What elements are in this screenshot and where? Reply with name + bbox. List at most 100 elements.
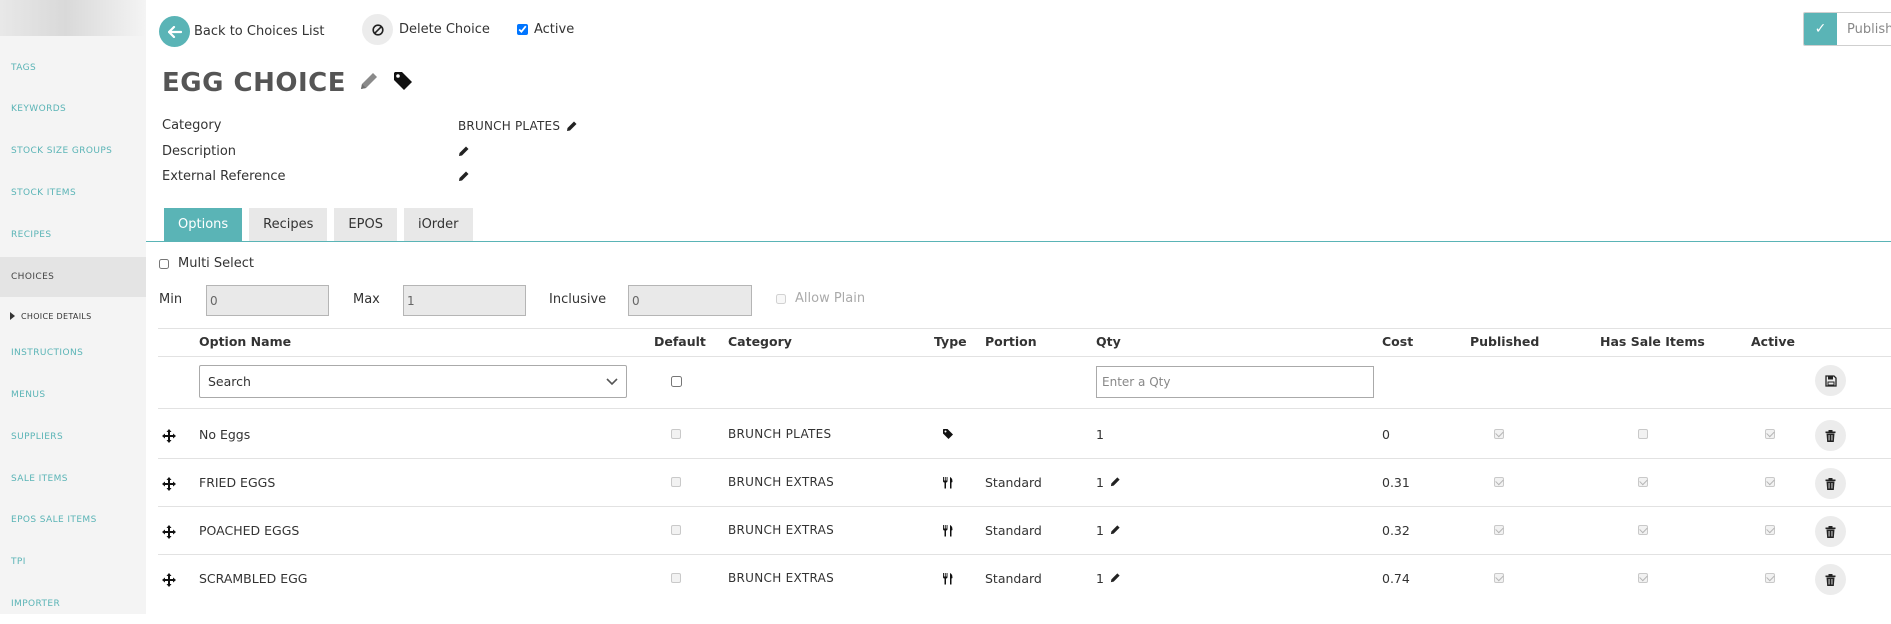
tab-options[interactable]: Options — [164, 208, 243, 241]
drag-handle-icon[interactable] — [162, 572, 176, 587]
edit-external-reference-pencil-icon[interactable] — [458, 170, 470, 182]
active-row-checkbox[interactable] — [1765, 525, 1775, 535]
drag-handle-icon[interactable] — [162, 524, 176, 539]
delete-row-button[interactable] — [1815, 420, 1846, 451]
active-row-checkbox[interactable] — [1765, 573, 1775, 583]
utensils-icon — [942, 524, 954, 537]
default-filter-checkbox[interactable] — [671, 376, 682, 387]
option-cost: 0.31 — [1382, 475, 1410, 490]
delete-row-button[interactable] — [1815, 564, 1846, 595]
tab-bar: Options Recipes EPOS iOrder — [164, 208, 473, 241]
page-title: EGG CHOICE — [162, 68, 346, 98]
edit-qty-pencil-icon[interactable] — [1110, 523, 1121, 538]
delete-row-button[interactable] — [1815, 516, 1846, 547]
logo — [0, 0, 146, 36]
has-sale-items-checkbox[interactable] — [1638, 573, 1648, 583]
back-to-list-button[interactable]: Back to Choices List — [159, 16, 325, 47]
category-value: BRUNCH PLATES — [458, 119, 578, 133]
delete-choice-button[interactable]: Delete Choice — [362, 14, 490, 45]
save-row-button[interactable] — [1815, 365, 1846, 396]
multi-select-checkbox[interactable]: Multi Select — [159, 256, 254, 271]
sidebar-item-keywords[interactable]: KEYWORDS — [0, 89, 146, 129]
publish-button[interactable]: ✓ Publish — [1803, 12, 1891, 46]
default-checkbox[interactable] — [671, 429, 681, 439]
delete-label: Delete Choice — [399, 22, 490, 37]
sidebar-subitem-choice-details[interactable]: CHOICE DETAILS — [10, 309, 92, 323]
sidebar-item-epos-sale-items[interactable]: EPOS SALE ITEMS — [0, 500, 146, 540]
edit-title-pencil-icon[interactable] — [358, 70, 380, 96]
inclusive-label: Inclusive — [549, 292, 607, 307]
external-reference-edit[interactable] — [458, 170, 470, 182]
caret-right-icon — [10, 312, 15, 320]
drag-handle-icon[interactable] — [162, 476, 176, 491]
default-checkbox[interactable] — [671, 525, 681, 535]
trash-icon — [1825, 477, 1836, 490]
active-label: Active — [534, 22, 575, 37]
delete-row-button[interactable] — [1815, 468, 1846, 499]
header-category: Category — [728, 334, 792, 349]
option-qty-value: 1 — [1096, 571, 1104, 586]
allow-plain-label: Allow Plain — [795, 291, 866, 306]
active-checkbox[interactable]: Active — [517, 22, 574, 37]
option-category: BRUNCH PLATES — [728, 427, 832, 441]
header-active: Active — [1751, 334, 1795, 349]
sidebar-item-tpi[interactable]: TPI — [0, 542, 146, 582]
external-reference-label: External Reference — [162, 169, 286, 184]
default-checkbox[interactable] — [671, 573, 681, 583]
tag-icon[interactable] — [392, 70, 414, 96]
inclusive-input[interactable] — [628, 285, 752, 316]
sidebar-item-instructions[interactable]: INSTRUCTIONS — [0, 333, 146, 373]
sidebar-item-importer[interactable]: IMPORTER — [0, 584, 146, 624]
allow-plain-checkbox[interactable]: Allow Plain — [776, 291, 865, 306]
drag-handle-icon[interactable] — [162, 428, 176, 443]
published-checkbox[interactable] — [1494, 573, 1504, 583]
arrow-left-icon — [159, 16, 190, 47]
qty-input[interactable] — [1096, 366, 1374, 398]
sidebar-item-stock-size-groups[interactable]: STOCK SIZE GROUPS — [0, 131, 146, 171]
sidebar-item-sale-items[interactable]: SALE ITEMS — [0, 459, 146, 499]
utensils-icon — [942, 476, 954, 489]
header-cost: Cost — [1382, 334, 1414, 349]
sidebar-item-choices[interactable]: CHOICES — [0, 257, 146, 297]
option-name: No Eggs — [199, 427, 251, 442]
sidebar-item-recipes[interactable]: RECIPES — [0, 215, 146, 255]
tab-recipes[interactable]: Recipes — [249, 208, 328, 241]
active-row-checkbox[interactable] — [1765, 429, 1775, 439]
edit-qty-pencil-icon[interactable] — [1110, 475, 1121, 490]
sidebar-item-tags[interactable]: TAGS — [0, 48, 146, 88]
header-border — [158, 356, 1891, 357]
active-checkbox-input[interactable] — [517, 24, 528, 35]
check-icon: ✓ — [1804, 13, 1837, 45]
edit-qty-pencil-icon[interactable] — [1110, 571, 1121, 586]
min-label: Min — [159, 292, 183, 307]
tab-epos[interactable]: EPOS — [334, 208, 397, 241]
has-sale-items-checkbox[interactable] — [1638, 525, 1648, 535]
category-label: Category — [162, 118, 222, 133]
sidebar-item-menus[interactable]: MENUS — [0, 375, 146, 415]
min-input[interactable] — [206, 285, 329, 316]
has-sale-items-checkbox[interactable] — [1638, 429, 1648, 439]
published-checkbox[interactable] — [1494, 525, 1504, 535]
utensils-icon — [942, 572, 954, 585]
header-option-name: Option Name — [199, 334, 292, 349]
default-checkbox[interactable] — [671, 477, 681, 487]
has-sale-items-checkbox[interactable] — [1638, 477, 1648, 487]
edit-description-pencil-icon[interactable] — [458, 145, 470, 157]
active-row-checkbox[interactable] — [1765, 477, 1775, 487]
edit-category-pencil-icon[interactable] — [566, 120, 578, 132]
option-category: BRUNCH EXTRAS — [728, 475, 835, 489]
sidebar-item-suppliers[interactable]: SUPPLIERS — [0, 417, 146, 457]
trash-icon — [1825, 429, 1836, 442]
multi-select-input[interactable] — [159, 258, 169, 269]
sidebar-item-stock-items[interactable]: STOCK ITEMS — [0, 173, 146, 213]
published-checkbox[interactable] — [1494, 477, 1504, 487]
option-category: BRUNCH EXTRAS — [728, 571, 835, 585]
option-portion: Standard — [985, 475, 1042, 490]
published-checkbox[interactable] — [1494, 429, 1504, 439]
option-qty-value: 1 — [1096, 427, 1104, 442]
tab-iorder[interactable]: iOrder — [403, 208, 473, 241]
max-input[interactable] — [403, 285, 526, 316]
option-search-select[interactable]: Search — [199, 365, 627, 398]
allow-plain-input[interactable] — [776, 293, 786, 304]
description-edit[interactable] — [458, 145, 470, 157]
